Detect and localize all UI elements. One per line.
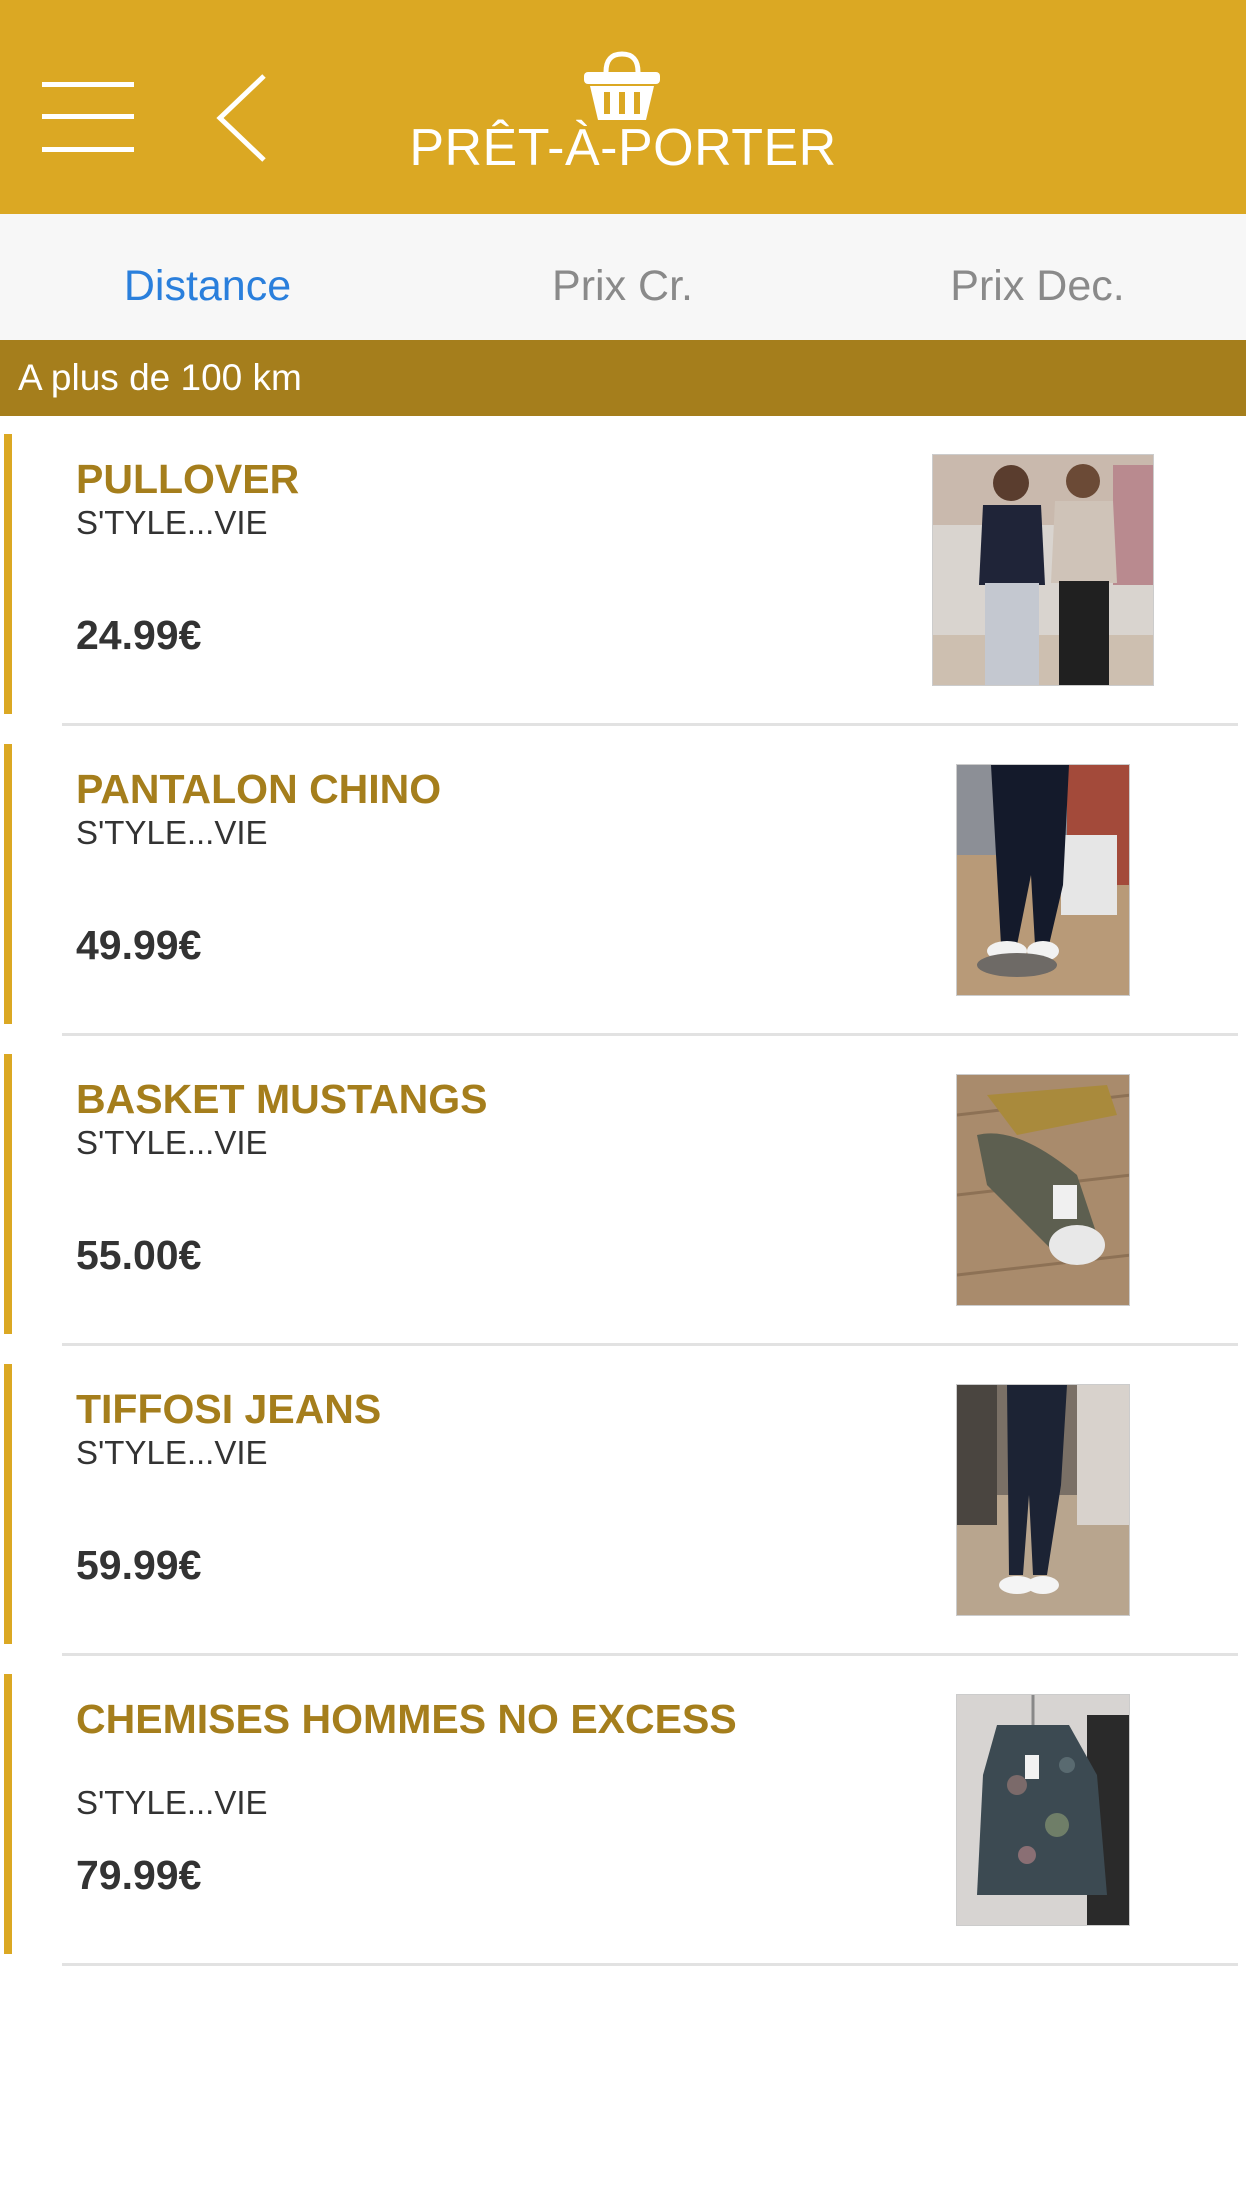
product-name: PANTALON CHINO xyxy=(76,766,442,812)
product-photo[interactable] xyxy=(956,1694,1130,1926)
product-list: PULLOVER S'TYLE...VIE 24.99€ PANTALON CH… xyxy=(0,416,1246,1966)
item-accent-bar xyxy=(4,1054,12,1334)
tab-distance[interactable]: Distance xyxy=(0,214,415,340)
item-accent-bar xyxy=(4,434,12,714)
product-item[interactable]: PULLOVER S'TYLE...VIE 24.99€ xyxy=(0,416,1246,726)
item-accent-bar xyxy=(4,744,12,1024)
shop-name: S'TYLE...VIE xyxy=(76,1124,268,1161)
product-name: BASKET MUSTANGS xyxy=(76,1076,488,1122)
shopping-basket-icon xyxy=(584,51,660,120)
product-item[interactable]: BASKET MUSTANGS S'TYLE...VIE 55.00€ xyxy=(0,1036,1246,1346)
product-price: 79.99€ xyxy=(76,1852,202,1898)
page-title: PRÊT-À-PORTER xyxy=(409,119,837,177)
item-accent-bar xyxy=(4,1674,12,1954)
shop-name: S'TYLE...VIE xyxy=(76,1784,268,1821)
product-price: 49.99€ xyxy=(76,922,202,968)
product-item[interactable]: PANTALON CHINO S'TYLE...VIE 49.99€ xyxy=(0,726,1246,1036)
shop-name: S'TYLE...VIE xyxy=(76,504,268,541)
product-photo[interactable] xyxy=(956,1074,1130,1306)
shop-name: S'TYLE...VIE xyxy=(76,814,268,851)
distance-section-header: A plus de 100 km xyxy=(0,340,1246,416)
sort-tabs: Distance Prix Cr. Prix Dec. xyxy=(0,214,1246,340)
product-item[interactable]: CHEMISES HOMMES NO EXCESS S'TYLE...VIE 7… xyxy=(0,1656,1246,1966)
product-price: 59.99€ xyxy=(76,1542,202,1588)
product-photo[interactable] xyxy=(932,454,1154,686)
product-name: TIFFOSI JEANS xyxy=(76,1386,382,1432)
item-accent-bar xyxy=(4,1364,12,1644)
product-item[interactable]: TIFFOSI JEANS S'TYLE...VIE 59.99€ xyxy=(0,1346,1246,1656)
product-name: CHEMISES HOMMES NO EXCESS xyxy=(76,1696,737,1742)
product-photo[interactable] xyxy=(956,764,1130,996)
product-name: PULLOVER xyxy=(76,456,300,502)
item-divider xyxy=(62,1963,1238,1966)
tab-prix-croissant[interactable]: Prix Cr. xyxy=(415,214,830,340)
product-photo[interactable] xyxy=(956,1384,1130,1616)
product-price: 55.00€ xyxy=(76,1232,202,1278)
product-price: 24.99€ xyxy=(76,612,202,658)
tab-prix-decroissant[interactable]: Prix Dec. xyxy=(830,214,1245,340)
app-header: PRÊT-À-PORTER xyxy=(0,0,1246,214)
shop-name: S'TYLE...VIE xyxy=(76,1434,268,1471)
